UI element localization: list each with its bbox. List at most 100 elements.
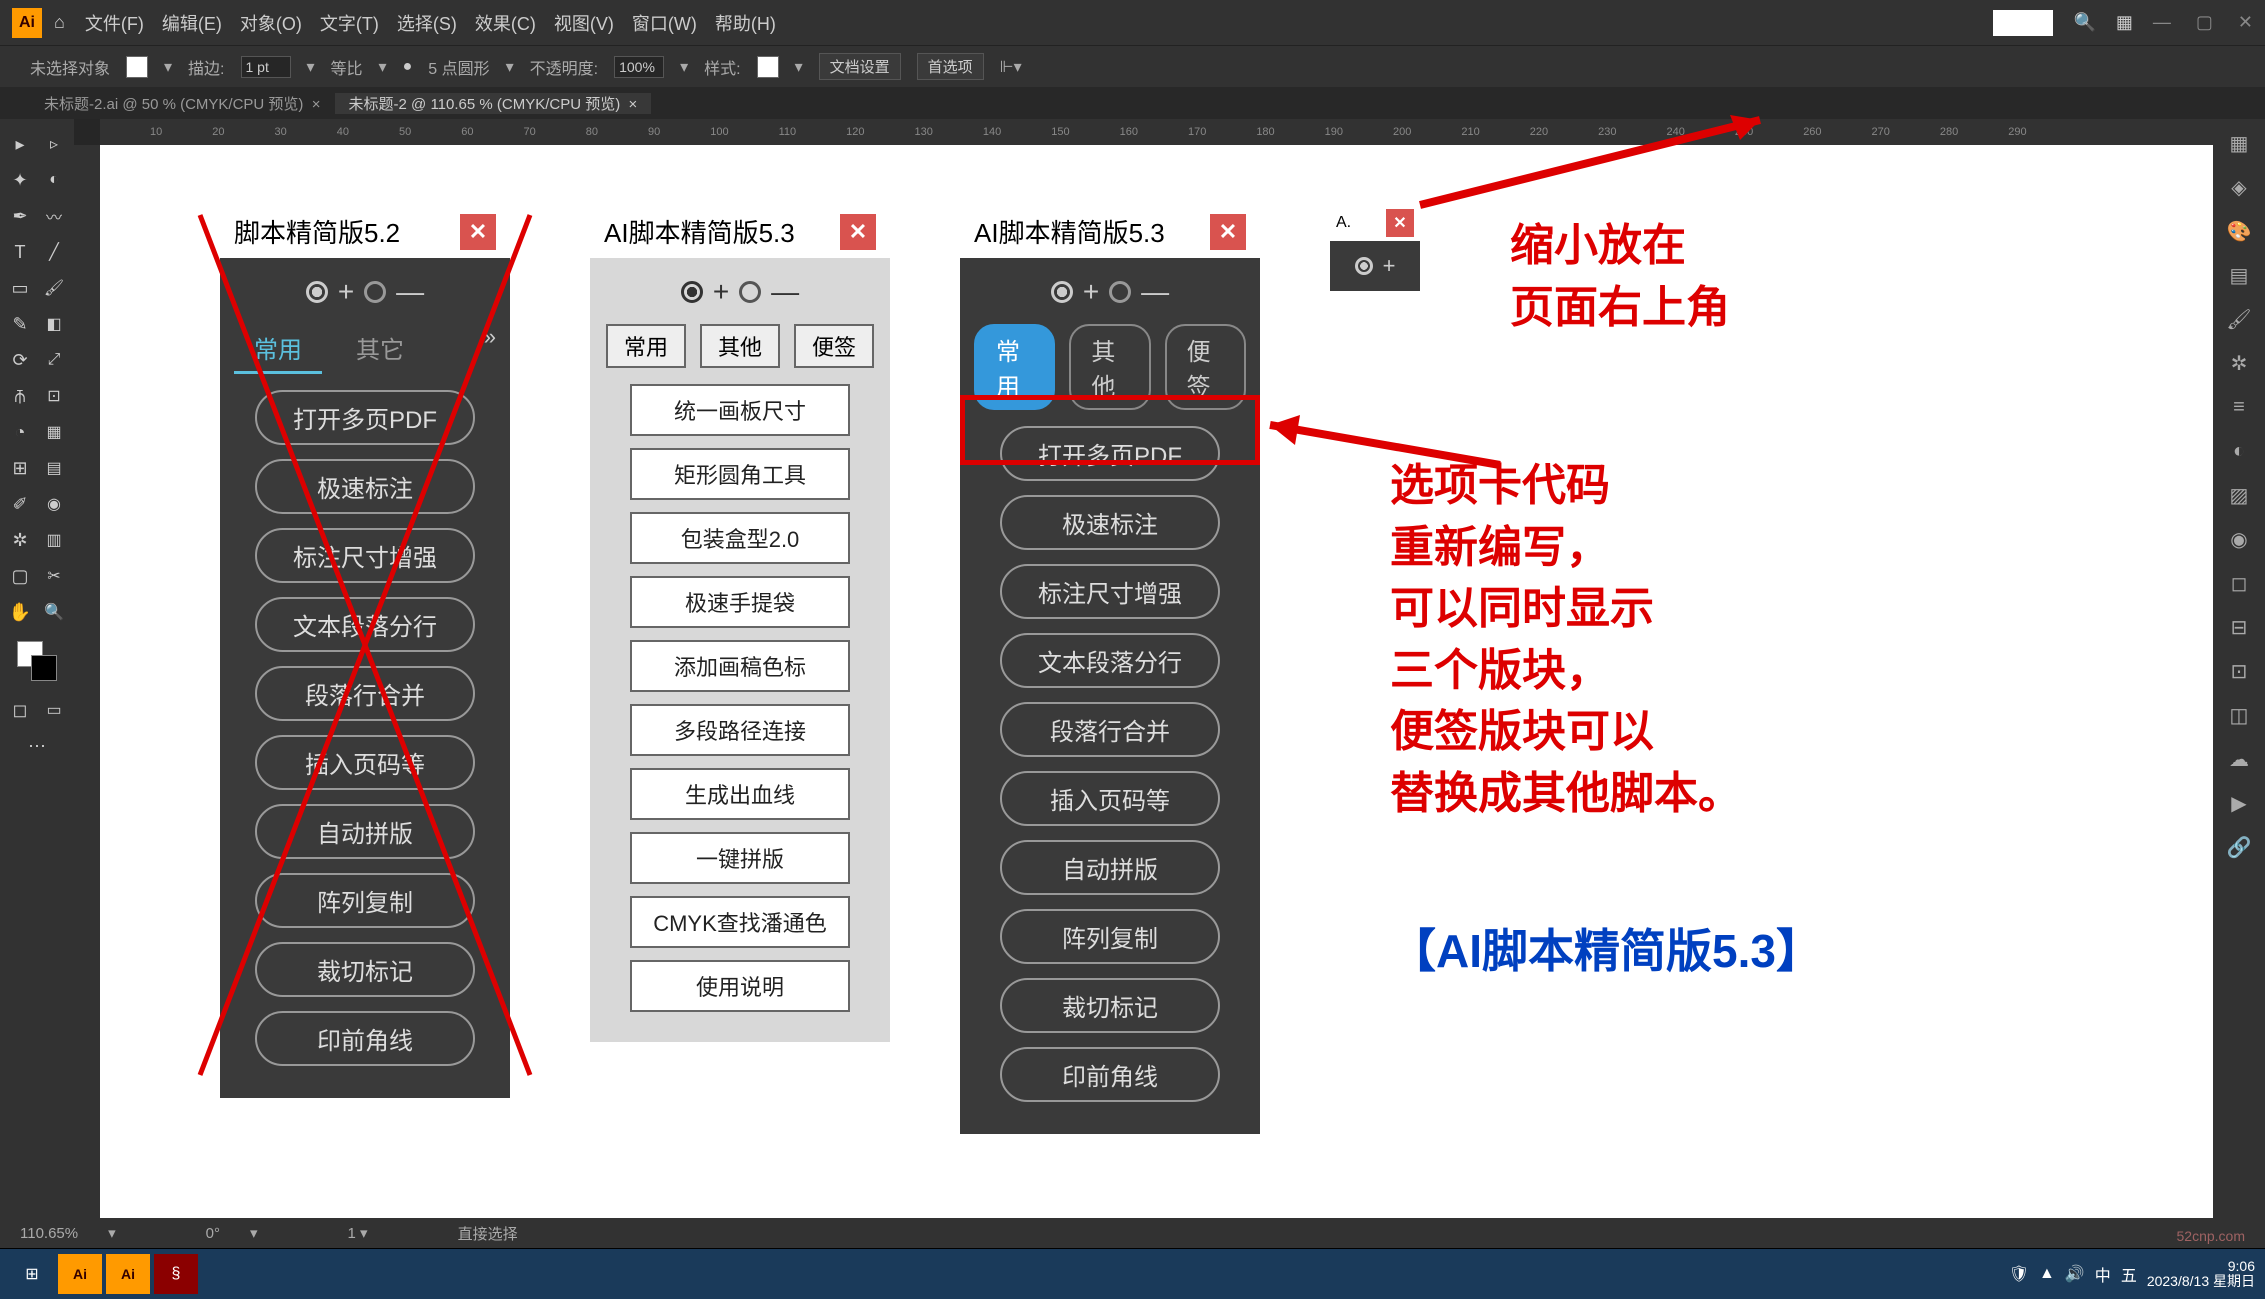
shaper-tool[interactable]: ✎ — [3, 307, 37, 341]
links-panel-icon[interactable]: 🔗 — [2223, 831, 2255, 863]
gradient-panel-icon[interactable]: ◐ — [2223, 435, 2255, 467]
pen-tool[interactable]: ✒ — [3, 199, 37, 233]
artboard-tool[interactable]: ▢ — [3, 559, 37, 593]
color-swatches[interactable] — [17, 641, 57, 681]
home-icon[interactable]: ⌂ — [54, 12, 65, 33]
radio-1[interactable] — [1355, 257, 1373, 275]
tab-common[interactable]: 常用 — [234, 324, 322, 374]
btn-fast-annotate[interactable]: 极速标注 — [1000, 495, 1220, 550]
line-tool[interactable]: ╱ — [37, 235, 71, 269]
btn-text-split[interactable]: 文本段落分行 — [255, 597, 475, 652]
properties-panel-icon[interactable]: ▦ — [2223, 127, 2255, 159]
doc-tab-2[interactable]: 未标题-2 @ 110.65 % (CMYK/CPU 预览) × — [335, 93, 652, 114]
fill-swatch[interactable] — [126, 56, 148, 78]
taskbar-ai-2[interactable]: Ai — [106, 1254, 150, 1294]
arrange-icon[interactable]: ▦ — [2116, 12, 2133, 33]
selection-tool[interactable]: ▸ — [3, 127, 37, 161]
eyedropper-tool[interactable]: ✐ — [3, 487, 37, 521]
btn-crop-marks[interactable]: 裁切标记 — [1000, 978, 1220, 1033]
tab-notes[interactable]: 便签 — [1165, 324, 1246, 410]
free-transform-tool[interactable]: ⊡ — [37, 379, 71, 413]
stroke-input[interactable] — [241, 56, 291, 78]
edit-toolbar[interactable]: ⋯ — [20, 729, 54, 763]
menu-select[interactable]: 选择(S) — [397, 10, 457, 36]
btn-crop-marks[interactable]: 裁切标记 — [255, 942, 475, 997]
btn-para-merge[interactable]: 段落行合并 — [255, 666, 475, 721]
btn-para-merge[interactable]: 段落行合并 — [1000, 702, 1220, 757]
style-swatch[interactable] — [757, 56, 779, 78]
tray-ime-icon[interactable]: 中 — [2095, 1262, 2111, 1286]
radio-1[interactable] — [1051, 281, 1073, 303]
search-icon[interactable]: 🔍 — [2073, 12, 2095, 33]
btn-handbag[interactable]: 极速手提袋 — [630, 576, 850, 628]
paintbrush-tool[interactable]: 🖌 — [37, 271, 71, 305]
magic-wand-tool[interactable]: ✦ — [3, 163, 37, 197]
menu-object[interactable]: 对象(O) — [240, 10, 302, 36]
pathfinder-panel-icon[interactable]: ◫ — [2223, 699, 2255, 731]
blend-tool[interactable]: ◉ — [37, 487, 71, 521]
btn-page-num[interactable]: 插入页码等 — [1000, 771, 1220, 826]
uniform-label[interactable]: 等比 — [331, 55, 363, 79]
curvature-tool[interactable]: 〰 — [37, 199, 71, 233]
maximize-button[interactable]: ▢ — [2196, 12, 2213, 33]
close-icon[interactable]: ✕ — [460, 214, 496, 250]
radio-2[interactable] — [739, 281, 761, 303]
menu-file[interactable]: 文件(F) — [85, 10, 144, 36]
perspective-tool[interactable]: ▦ — [37, 415, 71, 449]
layers-panel-icon[interactable]: ◈ — [2223, 171, 2255, 203]
width-tool[interactable]: ⫚ — [3, 379, 37, 413]
gradient-tool[interactable]: ▤ — [37, 451, 71, 485]
hand-tool[interactable]: ✋ — [3, 595, 37, 629]
menu-edit[interactable]: 编辑(E) — [162, 10, 222, 36]
btn-page-num[interactable]: 插入页码等 — [255, 735, 475, 790]
eraser-tool[interactable]: ◧ — [37, 307, 71, 341]
zoom-tool[interactable]: 🔍 — [37, 595, 71, 629]
close-icon[interactable]: ✕ — [1210, 214, 1246, 250]
btn-unify-artboard[interactable]: 统一画板尺寸 — [630, 384, 850, 436]
lasso-tool[interactable]: ◐ — [37, 163, 71, 197]
minimize-button[interactable]: — — [2153, 12, 2171, 33]
start-button[interactable]: ⊞ — [10, 1254, 54, 1294]
chevron-right-icon[interactable]: » — [484, 324, 496, 374]
btn-auto-layout[interactable]: 自动拼版 — [1000, 840, 1220, 895]
screen-mode[interactable]: ▭ — [37, 693, 71, 727]
taskbar-ai-1[interactable]: Ai — [58, 1254, 102, 1294]
btn-dim-enhance[interactable]: 标注尺寸增强 — [1000, 564, 1220, 619]
artboard[interactable]: 脚本精简版5.2 ✕ + — 常用 其它 » 打开多页PDF — [100, 145, 2213, 1218]
taskbar-clock[interactable]: 9:06 2023/8/13 星期日 — [2147, 1259, 2255, 1290]
btn-dim-enhance[interactable]: 标注尺寸增强 — [255, 528, 475, 583]
shape-builder-tool[interactable]: ◔ — [3, 415, 37, 449]
tab-common[interactable]: 常用 — [974, 324, 1055, 410]
symbol-sprayer-tool[interactable]: ✲ — [3, 523, 37, 557]
actions-panel-icon[interactable]: ▶ — [2223, 787, 2255, 819]
direct-selection-tool[interactable]: ▹ — [37, 127, 71, 161]
tray-volume-icon[interactable]: 🔊 — [2065, 1264, 2085, 1284]
color-panel-icon[interactable]: 🎨 — [2223, 215, 2255, 247]
btn-bleed[interactable]: 生成出血线 — [630, 768, 850, 820]
btn-box-2[interactable]: 包装盒型2.0 — [630, 512, 850, 564]
radio-1[interactable] — [306, 281, 328, 303]
close-icon[interactable]: ✕ — [1386, 209, 1414, 237]
swatches-panel-icon[interactable]: ▤ — [2223, 259, 2255, 291]
rotate-tool[interactable]: ⟳ — [3, 343, 37, 377]
tab-notes[interactable]: 便签 — [794, 324, 874, 368]
btn-prepress[interactable]: 印前角线 — [255, 1011, 475, 1066]
btn-fast-annotate[interactable]: 极速标注 — [255, 459, 475, 514]
doc-tab-1[interactable]: 未标题-2.ai @ 50 % (CMYK/CPU 预览) × — [30, 93, 335, 114]
tray-ime-icon[interactable]: 五 — [2121, 1262, 2137, 1286]
close-button[interactable]: ✕ — [2238, 12, 2253, 33]
doc-setup-button[interactable]: 文档设置 — [819, 53, 901, 80]
radio-1[interactable] — [681, 281, 703, 303]
mesh-tool[interactable]: ⊞ — [3, 451, 37, 485]
btn-open-pdf[interactable]: 打开多页PDF — [1000, 426, 1220, 481]
rectangle-tool[interactable]: ▭ — [3, 271, 37, 305]
libraries-panel-icon[interactable]: ☁ — [2223, 743, 2255, 775]
tab-other[interactable]: 其它 — [336, 324, 424, 374]
btn-prepress[interactable]: 印前角线 — [1000, 1047, 1220, 1102]
btn-array-copy[interactable]: 阵列复制 — [255, 873, 475, 928]
slice-tool[interactable]: ✂ — [37, 559, 71, 593]
btn-auto-layout[interactable]: 自动拼版 — [255, 804, 475, 859]
taskbar-app[interactable]: § — [154, 1254, 198, 1294]
radio-2[interactable] — [1109, 281, 1131, 303]
menu-view[interactable]: 视图(V) — [554, 10, 614, 36]
